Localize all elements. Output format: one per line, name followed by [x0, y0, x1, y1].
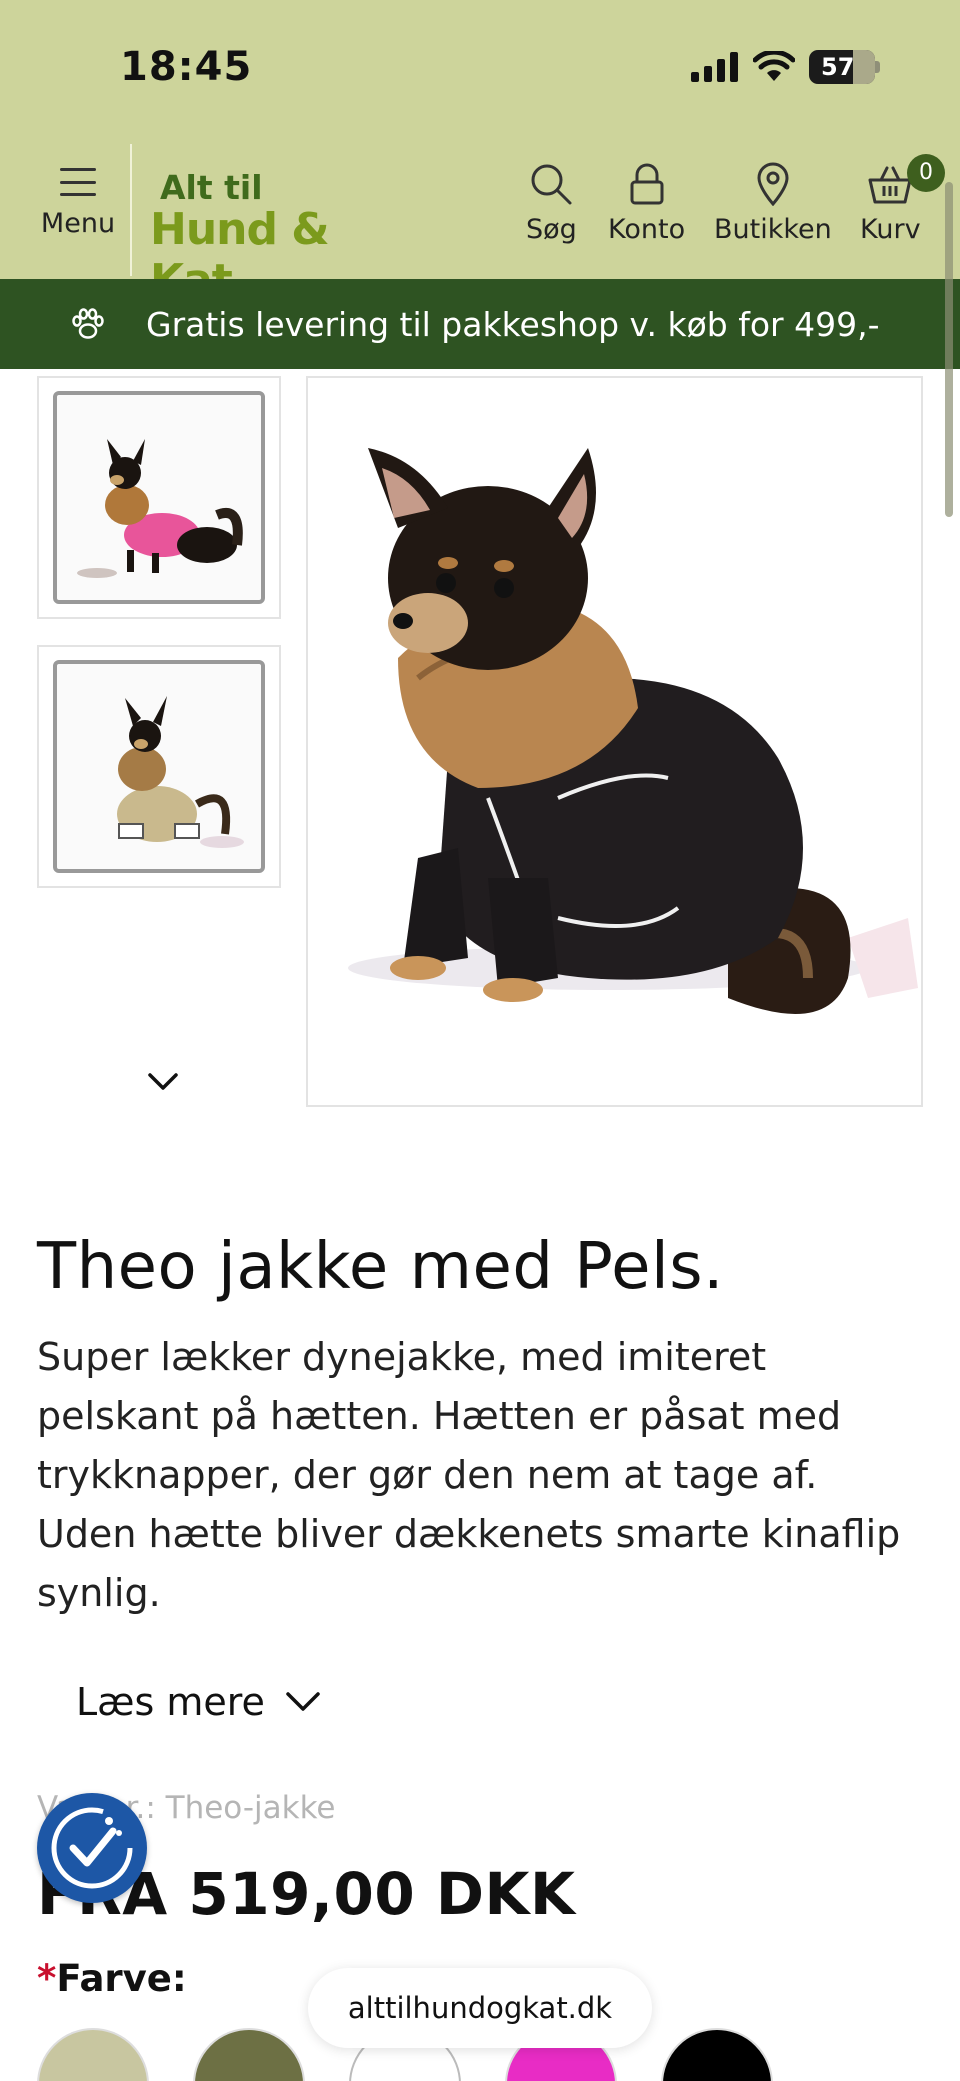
- accessibility-icon: [51, 1807, 133, 1889]
- nav-account[interactable]: Konto: [608, 162, 685, 245]
- promo-text: Gratis levering til pakkeshop v. køb for…: [146, 304, 880, 344]
- battery-level: 57: [821, 53, 855, 81]
- cart-count-badge: 0: [907, 154, 945, 192]
- header-divider: [130, 144, 132, 276]
- lock-icon: [630, 163, 664, 205]
- site-header: Menu Alt til Hund & Kat Søg Konto Butikk…: [0, 138, 960, 306]
- main-product-image[interactable]: [306, 376, 923, 1107]
- product-title: Theo jakke med Pels.: [37, 1230, 724, 1304]
- paw-icon: [72, 308, 104, 339]
- search-icon: [531, 164, 572, 205]
- color-swatch[interactable]: [661, 2028, 773, 2081]
- thumbnail-scroll-down-icon[interactable]: [147, 1072, 179, 1092]
- product-description: Super lækker dynejakke, med imiteret pel…: [37, 1335, 901, 1615]
- promo-banner: Gratis levering til pakkeshop v. køb for…: [0, 279, 960, 369]
- color-swatch[interactable]: [37, 2028, 149, 2081]
- signal-icon: [691, 52, 738, 82]
- dog-thumbnail-image: [117, 696, 244, 848]
- chevron-down-icon: [286, 1692, 320, 1711]
- browser-url-bar[interactable]: alttilhundogkat.dk: [308, 1968, 652, 2048]
- site-logo[interactable]: Alt til Hund & Kat: [150, 168, 400, 306]
- hamburger-icon: [60, 168, 96, 196]
- menu-label: Menu: [40, 208, 116, 239]
- status-bar: 18:45 57: [0, 0, 960, 138]
- status-icons: 57: [691, 50, 880, 84]
- color-label: *Farve:: [37, 1957, 187, 2000]
- read-more-button[interactable]: Læs mere: [76, 1680, 321, 1724]
- status-time: 18:45: [120, 44, 253, 90]
- required-marker: *: [37, 1957, 57, 2000]
- nav-cart[interactable]: Kurv 0: [860, 154, 945, 245]
- menu-button[interactable]: Menu: [28, 168, 128, 239]
- battery-icon: 57: [809, 50, 880, 84]
- location-pin-icon: [757, 162, 789, 206]
- nav-search[interactable]: Søg: [526, 162, 577, 245]
- nav-store[interactable]: Butikken: [714, 162, 832, 245]
- wifi-icon: [753, 51, 795, 81]
- dog-product-photo: [308, 378, 921, 1105]
- dog-thumbnail-image: [77, 439, 243, 578]
- gallery-thumbnail[interactable]: [37, 376, 281, 619]
- gallery-thumbnail[interactable]: [37, 645, 281, 888]
- color-swatch[interactable]: [193, 2028, 305, 2081]
- scroll-indicator[interactable]: [945, 182, 953, 517]
- accessibility-button[interactable]: [37, 1793, 147, 1903]
